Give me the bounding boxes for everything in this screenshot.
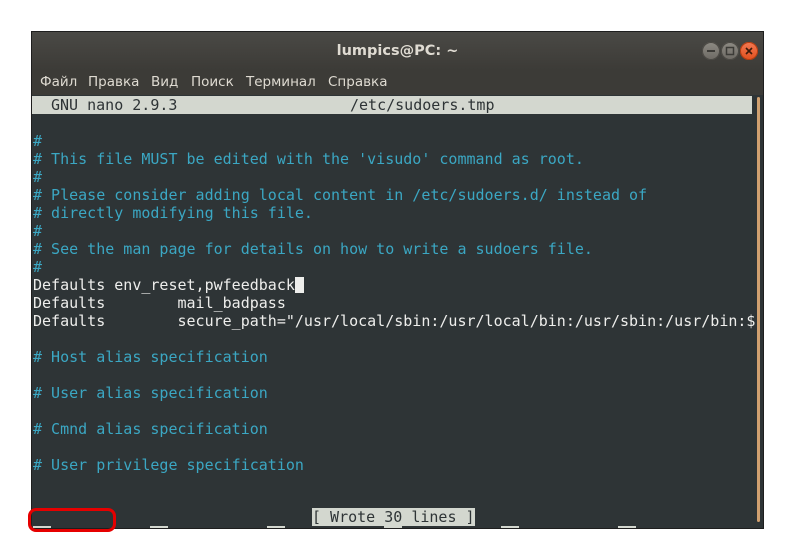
text-cursor: [294, 277, 304, 293]
minimize-button[interactable]: [702, 42, 720, 60]
menu-file[interactable]: Файл: [40, 70, 77, 95]
file-line: # Host alias specification: [33, 348, 268, 366]
file-line: #: [33, 168, 43, 186]
menu-view[interactable]: Вид: [151, 70, 178, 95]
nano-version: GNU nano 2.9.3: [51, 96, 178, 114]
title-bar[interactable]: lumpics@PC: ~: [32, 32, 763, 70]
shortcut-label: Выровнять: [528, 526, 609, 528]
file-line: # See the man page for details on how to…: [33, 240, 593, 258]
shortcut-key: ^W: [267, 526, 286, 528]
menu-edit[interactable]: Правка: [88, 70, 139, 95]
file-line: Defaults mail_badpass: [33, 294, 286, 312]
file-line: # This file MUST be edited with the 'vis…: [33, 150, 584, 168]
file-line: Defaults secure_path="/usr/local/sbin:/u…: [33, 312, 756, 330]
file-line: Defaults env_reset,pwfeedback: [33, 276, 304, 294]
shortcut-key: ^O: [150, 526, 169, 528]
file-line: #: [33, 258, 43, 276]
menu-help[interactable]: Справка: [328, 70, 387, 95]
close-button[interactable]: [740, 42, 758, 60]
file-line: # User privilege specification: [33, 456, 304, 474]
shortcut-label: Поиск: [294, 526, 339, 528]
nano-editor[interactable]: GNU nano 2.9.3 /etc/sudoers.tmp # # This …: [32, 95, 763, 528]
close-icon: [745, 47, 753, 55]
menu-terminal[interactable]: Терминал: [246, 70, 316, 95]
shortcut-item[interactable]: ^J Выровнять: [501, 526, 609, 528]
file-line: # Please consider adding local content i…: [33, 186, 648, 204]
nano-header: GNU nano 2.9.3 /etc/sudoers.tmp: [32, 96, 752, 114]
scrollbar[interactable]: [757, 97, 760, 522]
file-line: #: [33, 132, 43, 150]
shortcut-item[interactable]: ^C ТекПозиц: [618, 526, 717, 528]
terminal-window: lumpics@PC: ~ Файл Правка Вид Поиск Терм…: [32, 32, 763, 528]
exit-shortcut-highlight: [28, 508, 116, 532]
file-line: #: [33, 222, 43, 240]
status-message: [ Wrote 30 lines ]: [312, 508, 475, 526]
shortcut-key: ^J: [501, 526, 520, 528]
menu-search[interactable]: Поиск: [191, 70, 234, 95]
shortcut-item[interactable]: ^W Поиск: [267, 526, 339, 528]
shortcut-label: Записать: [177, 526, 249, 528]
maximize-button[interactable]: [721, 42, 739, 60]
shortcut-item[interactable]: ^O Записать: [150, 526, 249, 528]
shortcut-label: Вырезать: [411, 526, 483, 528]
file-line: # Cmnd alias specification: [33, 420, 268, 438]
shortcut-label: ТекПозиц: [645, 526, 717, 528]
maximize-icon: [725, 46, 735, 56]
menu-bar: Файл Правка Вид Поиск Терминал Справка: [32, 70, 763, 95]
nano-filename: /etc/sudoers.tmp: [350, 96, 495, 114]
file-line: # directly modifying this file.: [33, 204, 313, 222]
minimize-icon: [707, 50, 715, 52]
file-line: # User alias specification: [33, 384, 268, 402]
window-title: lumpics@PC: ~: [336, 43, 459, 59]
shortcut-key: ^K: [384, 526, 403, 528]
shortcut-key: ^C: [618, 526, 637, 528]
shortcut-item[interactable]: ^K Вырезать: [384, 526, 483, 528]
